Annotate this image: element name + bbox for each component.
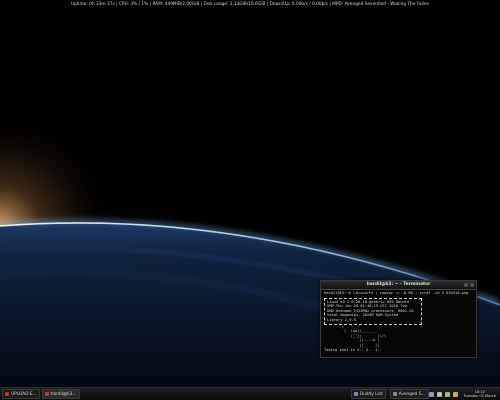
clock-date: Tuesday 02 March [463, 394, 496, 398]
info-line: Library 2.9.0 [327, 317, 356, 322]
chat-icon[interactable] [444, 391, 450, 397]
network-icon[interactable] [428, 391, 434, 397]
system-status-bar: Uptime: 0h 33m 37s | CPU: 3% / 1% | RAM:… [70, 2, 430, 7]
terminal-titlebar[interactable]: hardil@k3: ~ - Terminator [321, 281, 476, 290]
music-icon [392, 392, 397, 396]
power-icon[interactable] [452, 391, 458, 397]
taskbar-item-upload[interactable]: UPLOAD E... [2, 389, 40, 399]
minimize-button[interactable] [464, 283, 468, 287]
mpd-readout: MPD: Avenged Sevenfold - Waking The Fall… [332, 2, 430, 7]
pidgin-icon [354, 392, 359, 396]
ram-readout: RAM: 449MiB/2.00GiB [152, 2, 200, 7]
terminal-icon [44, 392, 49, 396]
volume-icon[interactable] [436, 391, 442, 397]
terminal-output[interactable]: hardil@k3:~$ linuxinfo | cowsay -n -W 80… [321, 290, 476, 353]
task-label: Avenged S... [398, 391, 426, 397]
taskbar-item-terminal[interactable]: hardil@k3... [41, 389, 80, 399]
app-icon [5, 392, 9, 396]
close-button[interactable] [470, 283, 474, 287]
terminal-title: hardil@k3: ~ - Terminator [366, 282, 431, 287]
cpu-readout: CPU: 3% / 1% [118, 2, 149, 7]
disk-readout: Disk usage: 2.13GiB/16.6GiB [203, 2, 266, 7]
clock[interactable]: 18:10 Tuesday 02 March [464, 390, 496, 398]
command-line: hardil@k3:~$ linuxinfo | cowsay -n -W 80… [324, 291, 469, 295]
taskbar-item-music-player[interactable]: Avenged S... [389, 389, 429, 399]
terminal-window[interactable]: hardil@k3: ~ - Terminator hardil@k3:~$ l… [320, 280, 477, 358]
system-tray [428, 391, 458, 397]
task-label: UPLOAD E... [11, 391, 37, 397]
task-label: Buddy List [360, 391, 383, 397]
cowsay-speech-box: Linux k3 2.6.28-18-generic #59-Ubuntu SMP… [324, 297, 422, 325]
task-label: hardil@k3... [50, 391, 77, 397]
taskbar: UPLOAD E... hardil@k3... Buddy List Aven… [0, 387, 500, 400]
screenshot-countdown: Taking shot in 5.. 2.. 1.. [324, 347, 382, 352]
cowsay-cow-art: \ ^__^ \ (oo)\_______ (__)\ )\/\ ||----w… [324, 325, 473, 348]
uptime-readout: Uptime: 0h 33m 37s [70, 2, 115, 7]
taskbar-item-buddy-list[interactable]: Buddy List [351, 389, 386, 399]
network-readout: Down/Up: 0.00b/s / 0.00b/s [269, 2, 328, 7]
